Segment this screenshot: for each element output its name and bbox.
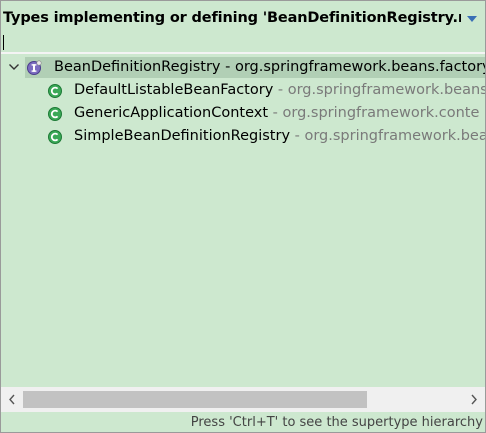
status-hint: Press 'Ctrl+T' to see the supertype hier… xyxy=(190,415,483,430)
type-name: GenericApplicationContext xyxy=(74,105,269,121)
tree-item-label: SimpleBeanDefinitionRegistry - org.sprin… xyxy=(74,128,485,144)
tree-item-label: DefaultListableBeanFactory - org.springf… xyxy=(74,82,485,98)
interface-icon xyxy=(27,60,42,75)
filter-input[interactable] xyxy=(1,34,485,52)
scrollbar-thumb[interactable] xyxy=(23,391,367,408)
tree-row-child[interactable]: SimpleBeanDefinitionRegistry - org.sprin… xyxy=(1,125,485,148)
scroll-right-icon[interactable] xyxy=(463,387,485,412)
horizontal-scrollbar[interactable] xyxy=(1,387,485,412)
class-icon xyxy=(48,107,62,121)
scroll-left-icon[interactable] xyxy=(1,387,23,412)
text-cursor xyxy=(3,35,4,50)
type-name: BeanDefinitionRegistry xyxy=(54,59,221,75)
package-qualifier: - org.springframework.conte xyxy=(268,105,480,121)
type-name: DefaultListableBeanFactory xyxy=(74,82,274,98)
popup-title: Types implementing or defining 'BeanDefi… xyxy=(3,10,461,26)
type-name: SimpleBeanDefinitionRegistry xyxy=(74,128,291,144)
chevron-down-icon[interactable] xyxy=(8,62,20,72)
tree-row-child[interactable]: GenericApplicationContext - org.springfr… xyxy=(1,102,485,125)
type-hierarchy-popup: Types implementing or defining 'BeanDefi… xyxy=(0,0,486,433)
tree-row-root[interactable]: BeanDefinitionRegistry - org.springframe… xyxy=(1,56,485,79)
view-menu-icon[interactable] xyxy=(464,11,480,27)
package-qualifier: - org.springframework.beans xyxy=(273,82,485,98)
class-icon xyxy=(48,84,62,98)
type-tree[interactable]: BeanDefinitionRegistry - org.springframe… xyxy=(1,54,485,387)
status-bar: Press 'Ctrl+T' to see the supertype hier… xyxy=(1,412,485,432)
package-qualifier: - org.springframework.bea xyxy=(290,128,485,144)
tree-item-label: GenericApplicationContext - org.springfr… xyxy=(74,105,479,121)
popup-header: Types implementing or defining 'BeanDefi… xyxy=(1,1,485,34)
class-icon xyxy=(48,130,62,144)
tree-row-child[interactable]: DefaultListableBeanFactory - org.springf… xyxy=(1,79,485,102)
package-qualifier: - org.springframework.beans.factory xyxy=(220,59,485,75)
tree-item-label: BeanDefinitionRegistry - org.springframe… xyxy=(54,59,485,75)
